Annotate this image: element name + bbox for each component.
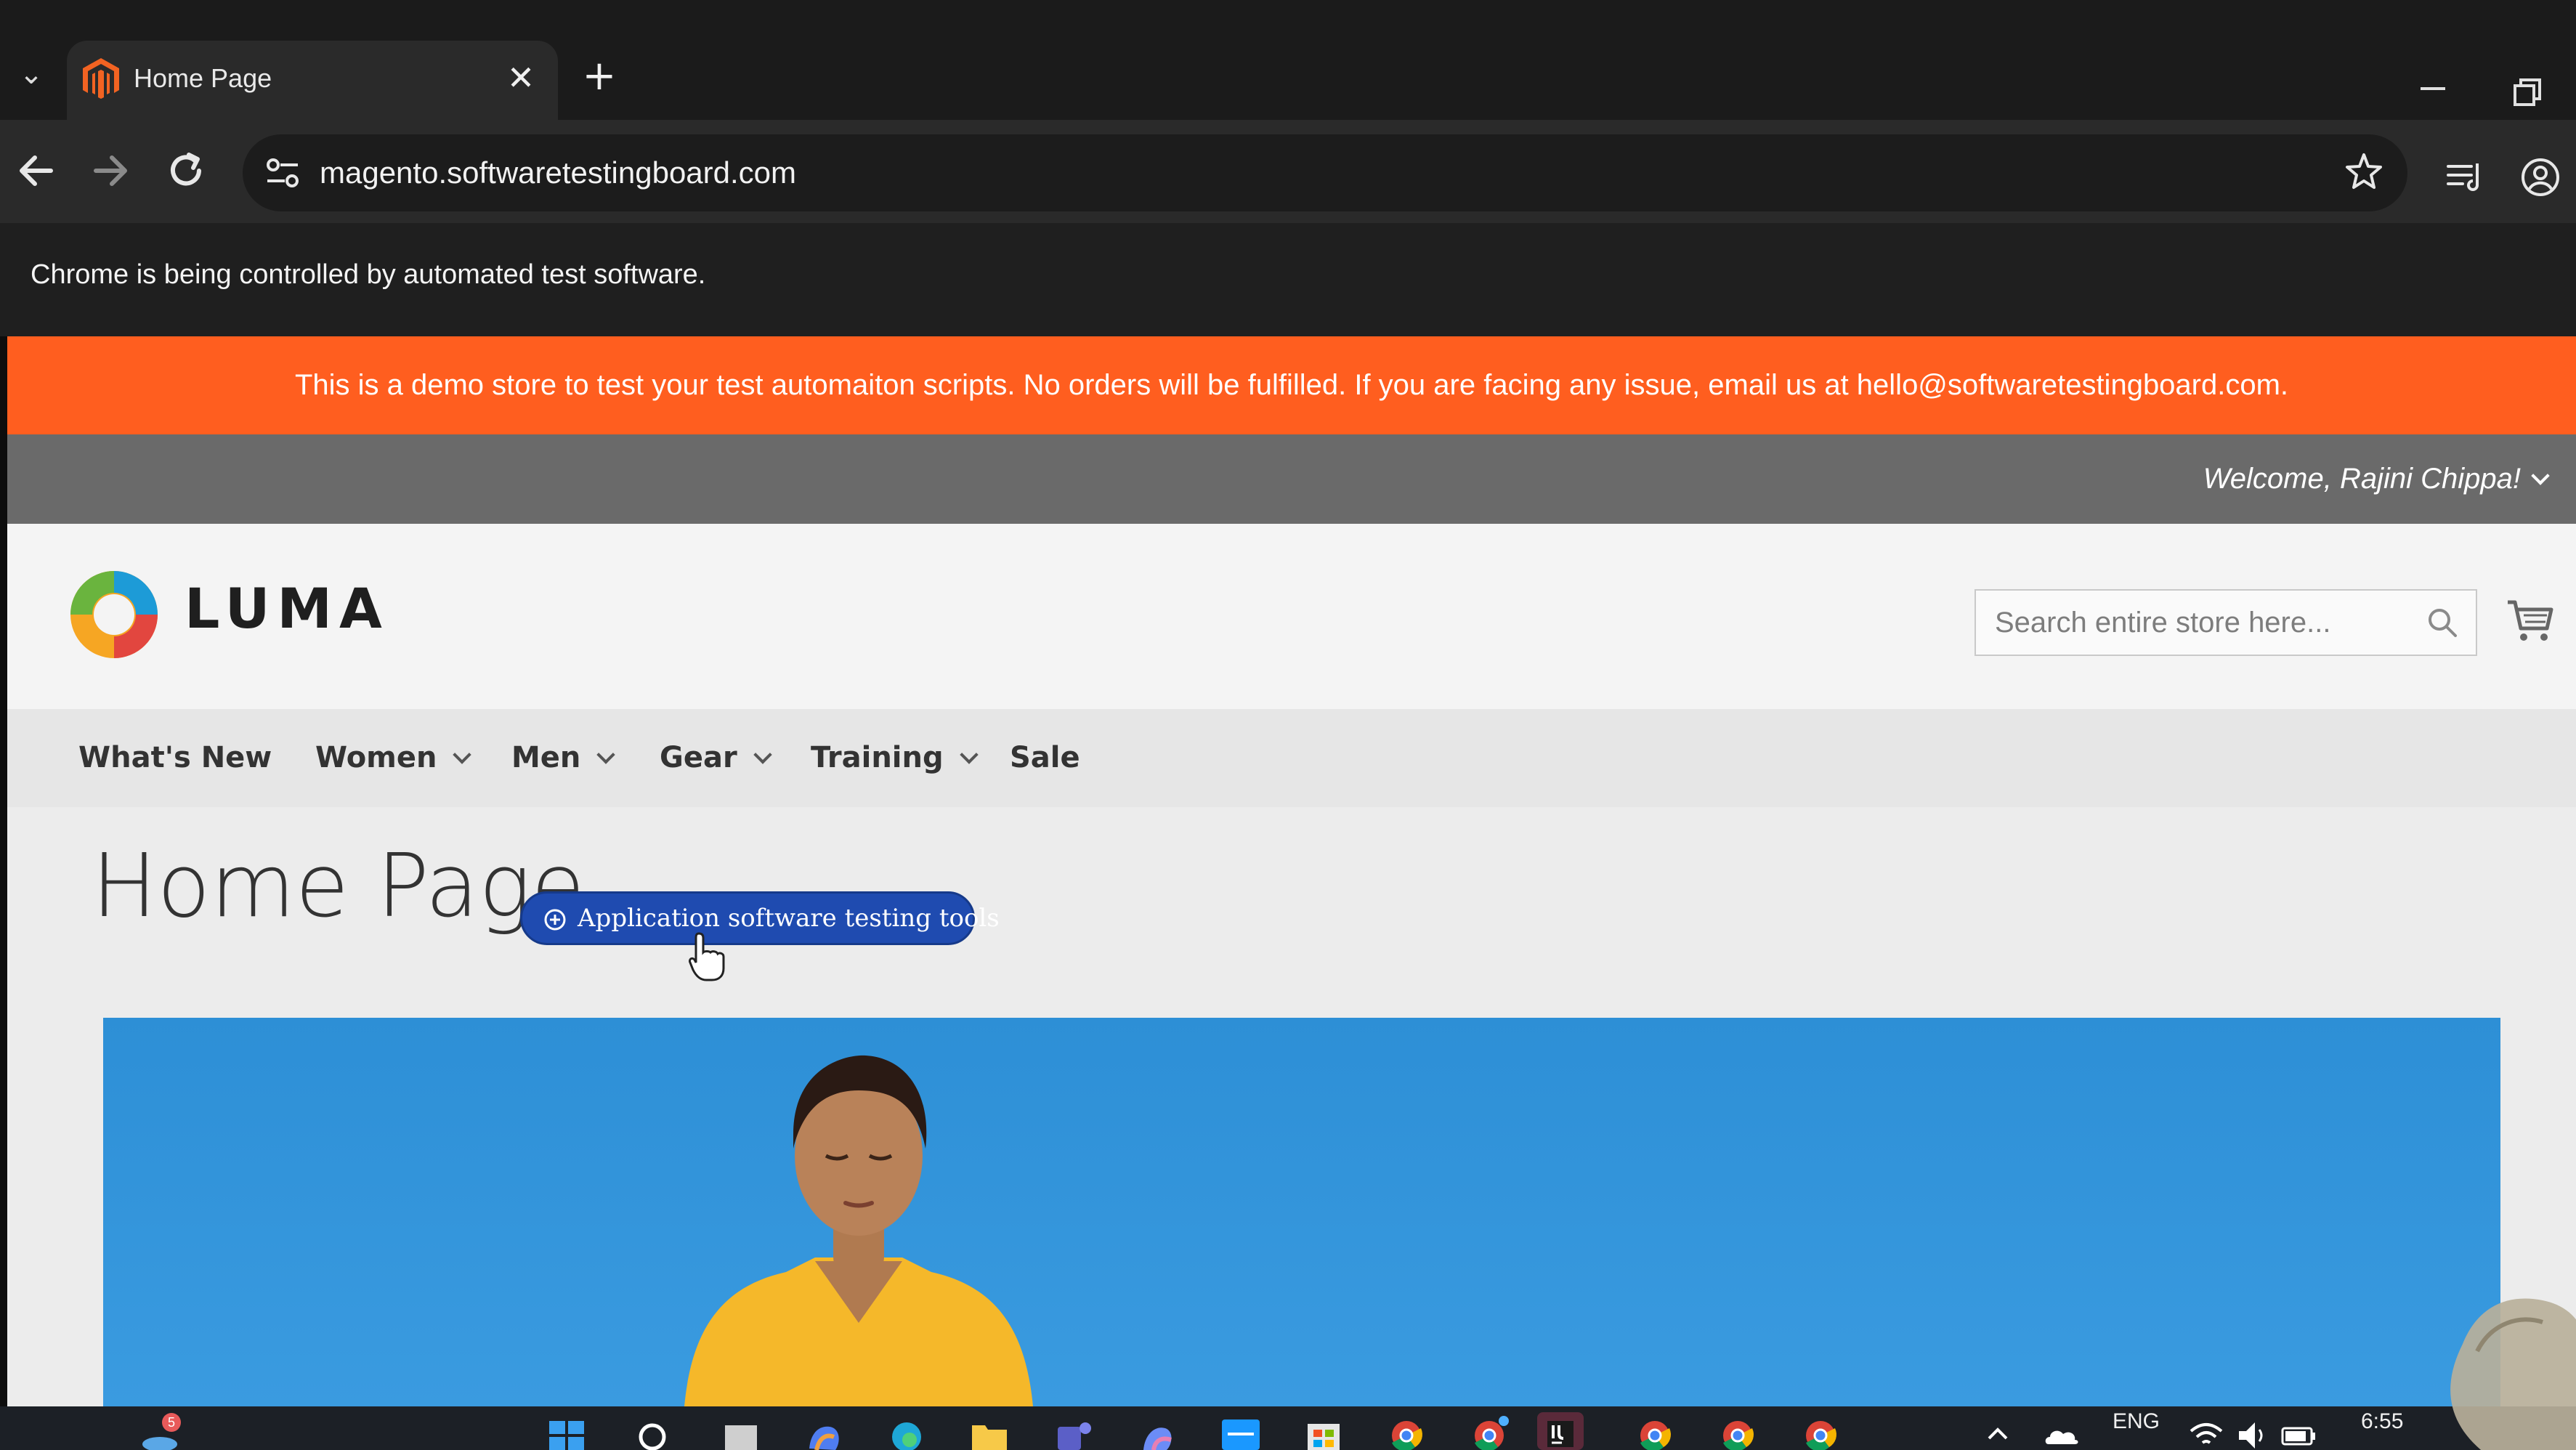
battery-icon[interactable] bbox=[2278, 1412, 2319, 1450]
chevron-down-icon bbox=[453, 745, 472, 764]
nav-whats-new[interactable]: What's New bbox=[78, 709, 272, 807]
hero-banner[interactable] bbox=[103, 1018, 2500, 1406]
main-content: Home Page Application software testing t… bbox=[7, 807, 2576, 1406]
shopping-cart-icon[interactable] bbox=[2505, 595, 2556, 646]
restore-window-icon[interactable] bbox=[2506, 73, 2550, 116]
volume-icon[interactable] bbox=[2233, 1412, 2272, 1450]
language-indicator[interactable]: ENG bbox=[2113, 1409, 2160, 1434]
tab-close-icon[interactable]: ✕ bbox=[500, 55, 542, 100]
nav-women[interactable]: Women bbox=[315, 709, 472, 807]
demo-notice-text: This is a demo store to test your test a… bbox=[294, 369, 2289, 401]
windows-taskbar: 5 ENG 6:55 bbox=[0, 1406, 2576, 1450]
ad-pill-label: Application software testing tools bbox=[578, 904, 1000, 933]
prime-video-icon[interactable] bbox=[1218, 1412, 1264, 1450]
tab-title: Home Page bbox=[134, 63, 272, 93]
m365-copilot-icon[interactable] bbox=[1133, 1412, 1180, 1450]
reading-list-icon[interactable] bbox=[2442, 155, 2487, 200]
nav-training[interactable]: Training bbox=[811, 709, 979, 807]
chrome-window-icon[interactable] bbox=[1797, 1412, 1844, 1450]
ad-pill-button[interactable]: Application software testing tools bbox=[520, 891, 1000, 945]
nav-label: Training bbox=[811, 741, 944, 774]
wifi-icon[interactable] bbox=[2187, 1412, 2226, 1450]
file-explorer-icon[interactable] bbox=[966, 1412, 1013, 1450]
luma-logo-icon[interactable] bbox=[67, 567, 161, 662]
address-bar[interactable]: magento.softwaretestingboard.com bbox=[243, 134, 2407, 211]
new-tab-button[interactable]: + bbox=[574, 51, 625, 102]
chrome-window-icon[interactable] bbox=[1714, 1412, 1761, 1450]
edge-browser-icon[interactable] bbox=[883, 1412, 930, 1450]
microsoft-store-icon[interactable] bbox=[1300, 1412, 1347, 1450]
reload-icon[interactable] bbox=[157, 142, 215, 200]
customer-panel-bar: Welcome, Rajini Chippa! bbox=[7, 434, 2576, 524]
finger-foreground bbox=[2450, 1298, 2576, 1450]
onedrive-cloud-icon[interactable] bbox=[2041, 1412, 2082, 1450]
web-page: This is a demo store to test your test a… bbox=[7, 336, 2576, 1406]
nav-label: What's New bbox=[78, 741, 272, 774]
demo-store-banner: This is a demo store to test your test a… bbox=[7, 336, 2576, 434]
search-icon[interactable] bbox=[2425, 605, 2460, 640]
nav-label: Gear bbox=[660, 741, 737, 774]
task-view-icon[interactable] bbox=[718, 1412, 764, 1450]
copilot-icon[interactable] bbox=[801, 1412, 847, 1450]
chrome-dev-icon[interactable] bbox=[1466, 1412, 1512, 1450]
chevron-down-icon bbox=[753, 745, 772, 764]
automation-infobar: Chrome is being controlled by automated … bbox=[0, 223, 2576, 336]
magento-favicon-icon bbox=[83, 58, 119, 99]
site-settings-icon[interactable] bbox=[262, 152, 304, 194]
nav-gear[interactable]: Gear bbox=[660, 709, 772, 807]
nav-label: Men bbox=[511, 741, 581, 774]
store-header: LUMA bbox=[7, 524, 2576, 709]
nav-label: Women bbox=[315, 741, 437, 774]
search-box bbox=[1974, 589, 2477, 656]
automation-notice: Chrome is being controlled by automated … bbox=[31, 259, 706, 290]
welcome-text: Welcome, Rajini Chippa! bbox=[2203, 463, 2521, 495]
minimize-window-icon[interactable] bbox=[2412, 65, 2455, 109]
tab-search-chevron-icon[interactable]: ⌄ bbox=[6, 45, 57, 103]
url-text[interactable]: magento.softwaretestingboard.com bbox=[320, 134, 796, 211]
chevron-down-icon bbox=[2531, 466, 2550, 485]
hand-cursor-icon bbox=[689, 932, 725, 981]
chevron-down-icon bbox=[959, 745, 979, 764]
intellij-idea-icon[interactable] bbox=[1537, 1412, 1584, 1450]
tab-strip: ⌄ Home Page ✕ + bbox=[0, 0, 2576, 120]
search-input[interactable] bbox=[1976, 591, 2412, 655]
chrome-icon[interactable] bbox=[1383, 1412, 1430, 1450]
chrome-window-icon[interactable] bbox=[1632, 1412, 1678, 1450]
chevron-up-icon[interactable] bbox=[1982, 1412, 2014, 1450]
nav-sale[interactable]: Sale bbox=[1010, 709, 1080, 807]
notification-count: 5 bbox=[168, 1415, 175, 1430]
bookmark-star-icon[interactable] bbox=[2342, 150, 2386, 194]
profile-icon[interactable] bbox=[2518, 155, 2563, 200]
nav-label: Sale bbox=[1010, 741, 1080, 774]
page-title: Home Page bbox=[92, 836, 585, 937]
windows-start-icon[interactable] bbox=[543, 1412, 590, 1450]
teams-icon[interactable] bbox=[1050, 1412, 1097, 1450]
forward-arrow-icon[interactable] bbox=[81, 142, 139, 200]
notification-bell-icon[interactable]: 5 bbox=[138, 1412, 189, 1450]
plus-circle-icon bbox=[544, 909, 566, 931]
tab-home-page[interactable]: Home Page ✕ bbox=[67, 41, 558, 120]
category-nav: What's New Women Men Gear Training Sale bbox=[7, 709, 2576, 807]
customer-welcome-menu[interactable]: Welcome, Rajini Chippa! bbox=[2203, 434, 2550, 524]
browser-toolbar: magento.softwaretestingboard.com bbox=[0, 120, 2576, 223]
logo-text[interactable]: LUMA bbox=[185, 576, 389, 641]
chevron-down-icon bbox=[596, 745, 616, 764]
nav-men[interactable]: Men bbox=[511, 709, 616, 807]
search-taskbar-icon[interactable] bbox=[629, 1412, 676, 1450]
hero-woman-image bbox=[684, 1055, 1033, 1406]
back-arrow-icon[interactable] bbox=[7, 142, 65, 200]
